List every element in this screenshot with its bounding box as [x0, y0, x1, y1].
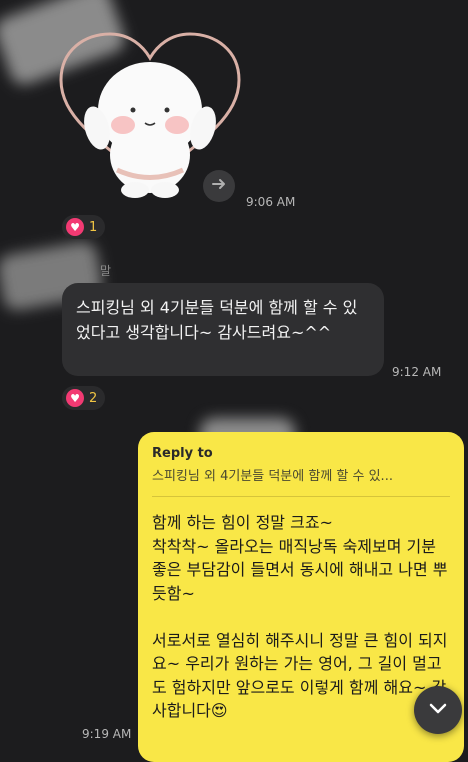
reply-label: Reply to	[152, 446, 213, 461]
outgoing-message-time: 9:19 AM	[82, 727, 132, 741]
incoming-message-text: 스피킹님 외 4기분들 덕분에 함께 할 수 있었다고 생각합니다~ 감사드려요…	[76, 298, 358, 342]
heart-icon: ♥	[66, 389, 84, 407]
sticker-time: 9:06 AM	[246, 195, 296, 209]
sender-name-fragment: 말	[100, 264, 112, 278]
reaction-badge-sticker[interactable]: ♥ 1	[62, 215, 106, 239]
reaction-count: 2	[89, 390, 98, 406]
reaction-count: 1	[89, 219, 98, 235]
chevron-down-icon	[426, 696, 450, 724]
share-button[interactable]	[203, 170, 235, 202]
scroll-to-bottom-button[interactable]	[414, 686, 462, 734]
reply-divider	[152, 496, 450, 497]
incoming-message-bubble[interactable]: 스피킹님 외 4기분들 덕분에 함께 할 수 있었다고 생각합니다~ 감사드려요…	[62, 283, 384, 376]
arrow-right-icon	[210, 175, 228, 197]
outgoing-message-text: 함께 하는 힘이 정말 크죠~ 착착착~ 올라오는 매직낭독 숙제보며 기분좋은…	[152, 513, 448, 720]
incoming-message-time: 9:12 AM	[392, 365, 442, 379]
reaction-badge-incoming[interactable]: ♥ 2	[62, 386, 106, 410]
heart-icon: ♥	[66, 218, 84, 236]
reply-preview[interactable]: 스피킹님 외 4기분들 덕분에 함께 할 수 있...	[152, 465, 448, 484]
